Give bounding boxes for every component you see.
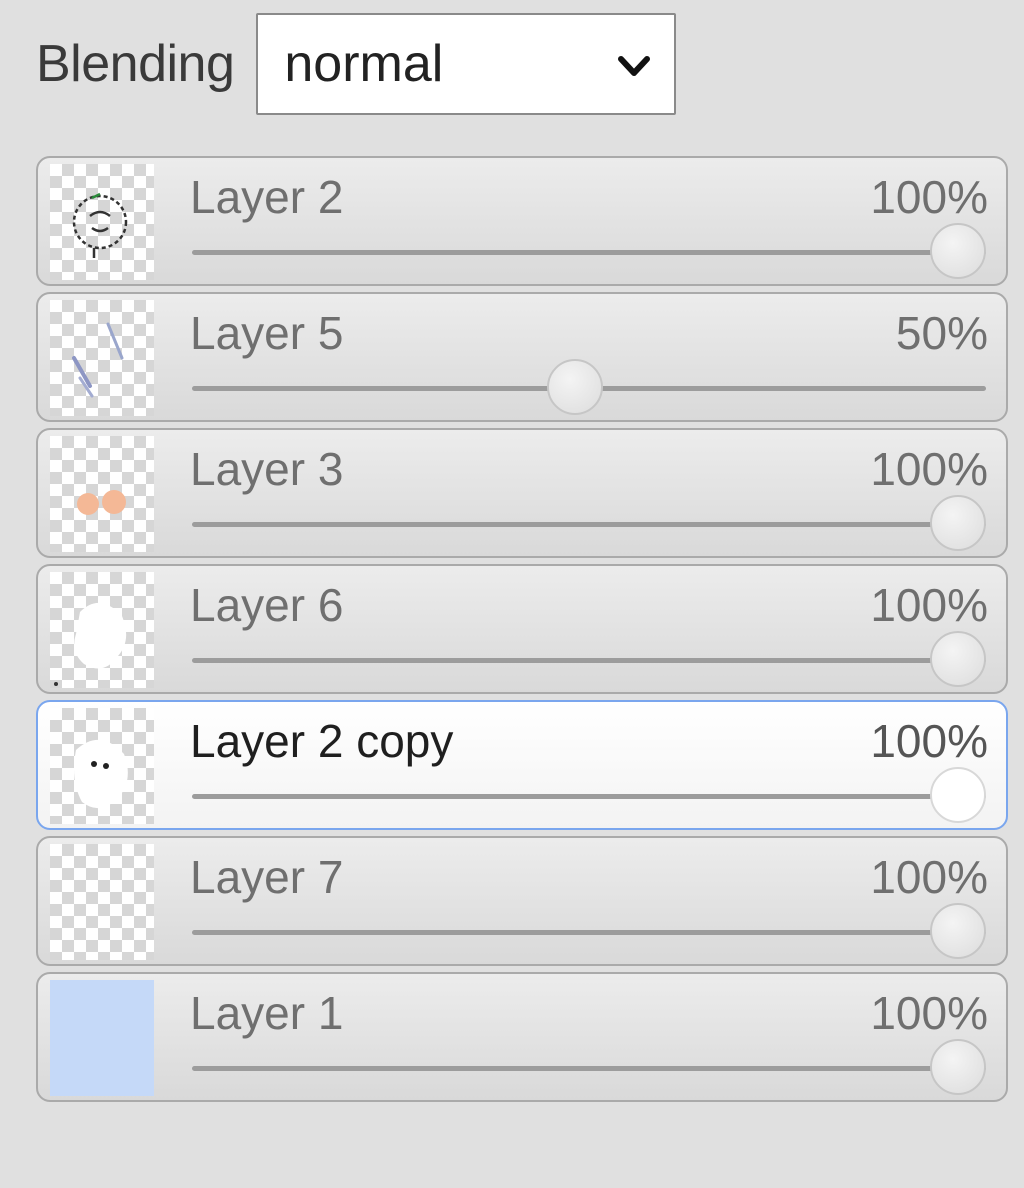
layer-thumbnail — [50, 980, 154, 1096]
face-sketch-icon — [72, 192, 128, 258]
layer-row[interactable]: Layer 2 100% — [36, 156, 1008, 286]
cheeks-icon — [77, 490, 126, 515]
layers-panel: Blending normal Layer 2 100% Layer 5 50%… — [0, 0, 1024, 1188]
layer-name: Layer 7 — [190, 851, 344, 903]
layer-opacity-value: 100% — [870, 851, 988, 903]
opacity-slider-handle[interactable] — [930, 767, 986, 823]
layer-row[interactable]: Layer 5 50% — [36, 292, 1008, 422]
opacity-slider[interactable] — [192, 903, 986, 959]
opacity-slider-handle[interactable] — [930, 223, 986, 279]
layer-thumbnail — [50, 572, 154, 688]
chevron-down-icon — [618, 56, 651, 76]
layer-opacity-value: 100% — [870, 987, 988, 1039]
layer-list: Layer 2 100% Layer 5 50% Layer 3 100% La… — [36, 156, 1008, 1108]
opacity-slider[interactable] — [192, 223, 986, 279]
layer-name: Layer 2 — [190, 171, 344, 223]
opacity-slider-handle[interactable] — [930, 903, 986, 959]
layer-opacity-value: 100% — [870, 715, 988, 767]
blending-mode-select[interactable]: normal — [256, 13, 677, 115]
opacity-slider[interactable] — [192, 631, 986, 687]
layer-opacity-value: 100% — [870, 579, 988, 631]
layer-thumbnail — [50, 300, 154, 416]
opacity-slider[interactable] — [192, 1039, 986, 1095]
layer-thumbnail — [50, 164, 154, 280]
opacity-slider-handle[interactable] — [930, 495, 986, 551]
layer-thumbnail — [50, 708, 154, 824]
opacity-slider[interactable] — [192, 767, 986, 823]
blending-row: Blending normal — [36, 12, 677, 116]
blending-label: Blending — [36, 35, 235, 93]
layer-thumbnail — [50, 436, 154, 552]
layer-row[interactable]: Layer 2 copy 100% — [36, 700, 1008, 830]
layer-name: Layer 5 — [190, 307, 344, 359]
layer-opacity-value: 50% — [895, 307, 988, 359]
layer-name: Layer 6 — [190, 579, 344, 631]
layer-opacity-value: 100% — [870, 171, 988, 223]
layer-name: Layer 1 — [190, 987, 344, 1039]
layer-row[interactable]: Layer 3 100% — [36, 428, 1008, 558]
layer-name: Layer 2 copy — [190, 715, 454, 767]
layer-row[interactable]: Layer 6 100% — [36, 564, 1008, 694]
opacity-slider[interactable] — [192, 495, 986, 551]
white-fill-icon — [54, 602, 127, 686]
opacity-slider[interactable] — [192, 359, 986, 415]
layer-row[interactable]: Layer 7 100% — [36, 836, 1008, 966]
opacity-slider-handle[interactable] — [547, 359, 603, 415]
blending-mode-value: normal — [284, 35, 444, 93]
strokes-icon — [72, 322, 124, 398]
layer-row[interactable]: Layer 1 100% — [36, 972, 1008, 1102]
layer-thumbnail — [50, 844, 154, 960]
face-copy-icon — [74, 739, 128, 809]
layer-name: Layer 3 — [190, 443, 344, 495]
opacity-slider-handle[interactable] — [930, 1039, 986, 1095]
opacity-slider-handle[interactable] — [930, 631, 986, 687]
layer-opacity-value: 100% — [870, 443, 988, 495]
